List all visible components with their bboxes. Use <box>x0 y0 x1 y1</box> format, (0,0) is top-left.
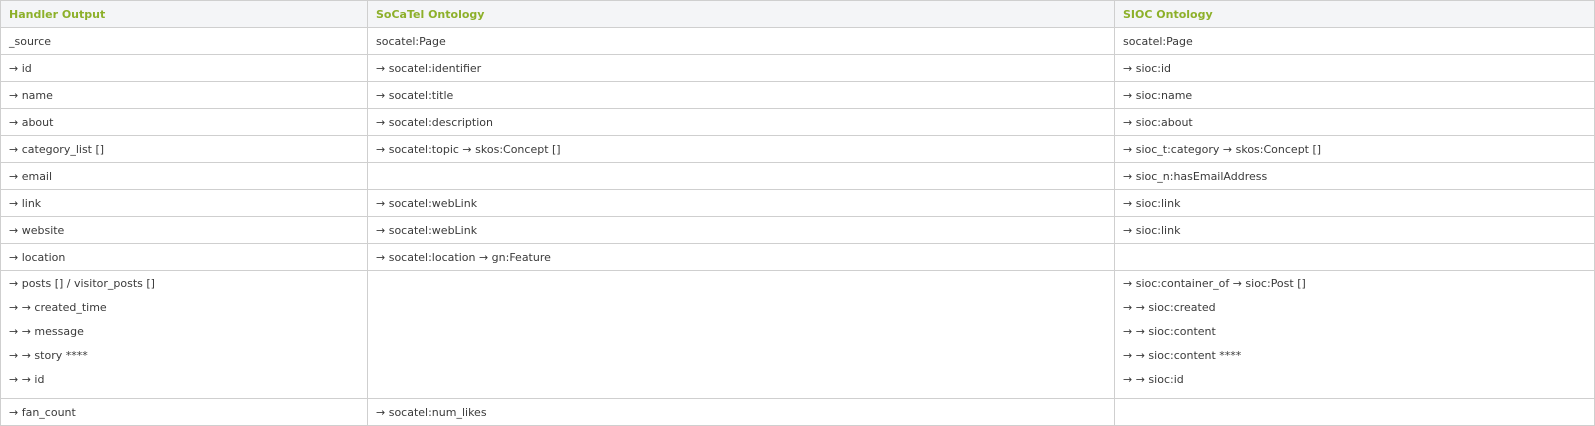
socatel-ontology-cell <box>367 270 1115 399</box>
handler-output-cell: → fan_count <box>0 398 368 426</box>
handler-output-cell: → email <box>0 162 368 190</box>
posts-handler-line: → → created_time <box>9 301 107 314</box>
posts-sioc-line: → → sioc:content <box>1123 325 1216 338</box>
posts-handler-line: → → story **** <box>9 349 88 362</box>
handler-output-cell: → location <box>0 243 368 271</box>
sioc-ontology-cell <box>1114 398 1595 426</box>
table-row: → location → socatel:location → gn:Featu… <box>0 243 1595 271</box>
table-row: → email → sioc_n:hasEmailAddress <box>0 162 1595 190</box>
sioc-ontology-cell: socatel:Page <box>1114 27 1595 55</box>
sioc-ontology-cell: → sioc:id <box>1114 54 1595 82</box>
ontology-mapping-table: Handler Output SoCaTel Ontology SIOC Ont… <box>0 0 1595 426</box>
posts-row: → posts [] / visitor_posts [] → → create… <box>0 270 1595 399</box>
posts-handler-line: → → id <box>9 373 45 386</box>
socatel-ontology-cell: → socatel:identifier <box>367 54 1115 82</box>
handler-output-cell: → posts [] / visitor_posts [] → → create… <box>0 270 368 399</box>
socatel-ontology-cell: → socatel:webLink <box>367 216 1115 244</box>
table-row: _source socatel:Page socatel:Page <box>0 27 1595 55</box>
handler-output-cell: → about <box>0 108 368 136</box>
sioc-ontology-cell: → sioc:about <box>1114 108 1595 136</box>
table-body: _source socatel:Page socatel:Page → id →… <box>0 27 1595 426</box>
posts-handler-line: → → message <box>9 325 84 338</box>
handler-output-cell: _source <box>0 27 368 55</box>
table-row: → category_list [] → socatel:topic → sko… <box>0 135 1595 163</box>
sioc-ontology-cell: → sioc:name <box>1114 81 1595 109</box>
sioc-ontology-cell: → sioc:link <box>1114 189 1595 217</box>
table-row: → name → socatel:title → sioc:name <box>0 81 1595 109</box>
socatel-ontology-cell: → socatel:description <box>367 108 1115 136</box>
sioc-ontology-cell: → sioc:link <box>1114 216 1595 244</box>
table-header: Handler Output SoCaTel Ontology SIOC Ont… <box>0 0 1595 28</box>
socatel-ontology-cell: → socatel:title <box>367 81 1115 109</box>
handler-output-cell: → category_list [] <box>0 135 368 163</box>
handler-output-cell: → website <box>0 216 368 244</box>
handler-output-cell: → id <box>0 54 368 82</box>
header-handler-output: Handler Output <box>0 0 368 28</box>
table-row: → about → socatel:description → sioc:abo… <box>0 108 1595 136</box>
handler-output-cell: → link <box>0 189 368 217</box>
socatel-ontology-cell: → socatel:topic → skos:Concept [] <box>367 135 1115 163</box>
header-socatel-ontology: SoCaTel Ontology <box>367 0 1115 28</box>
posts-sioc-line: → sioc:container_of → sioc:Post [] <box>1123 277 1306 290</box>
socatel-ontology-cell <box>367 162 1115 190</box>
sioc-ontology-cell: → sioc:container_of → sioc:Post [] → → s… <box>1114 270 1595 399</box>
posts-sioc-line: → → sioc:id <box>1123 373 1184 386</box>
sioc-ontology-cell <box>1114 243 1595 271</box>
table-row: → fan_count → socatel:num_likes <box>0 398 1595 426</box>
header-row: Handler Output SoCaTel Ontology SIOC Ont… <box>0 0 1595 28</box>
sioc-ontology-cell: → sioc_t:category → skos:Concept [] <box>1114 135 1595 163</box>
socatel-ontology-cell: → socatel:webLink <box>367 189 1115 217</box>
table-row: → link → socatel:webLink → sioc:link <box>0 189 1595 217</box>
posts-handler-line: → posts [] / visitor_posts [] <box>9 277 155 290</box>
header-sioc-ontology: SIOC Ontology <box>1114 0 1595 28</box>
handler-output-cell: → name <box>0 81 368 109</box>
table-row: → id → socatel:identifier → sioc:id <box>0 54 1595 82</box>
socatel-ontology-cell: → socatel:location → gn:Feature <box>367 243 1115 271</box>
posts-sioc-line: → → sioc:content **** <box>1123 349 1242 362</box>
table-row: → website → socatel:webLink → sioc:link <box>0 216 1595 244</box>
socatel-ontology-cell: → socatel:num_likes <box>367 398 1115 426</box>
posts-sioc-line: → → sioc:created <box>1123 301 1216 314</box>
sioc-ontology-cell: → sioc_n:hasEmailAddress <box>1114 162 1595 190</box>
socatel-ontology-cell: socatel:Page <box>367 27 1115 55</box>
